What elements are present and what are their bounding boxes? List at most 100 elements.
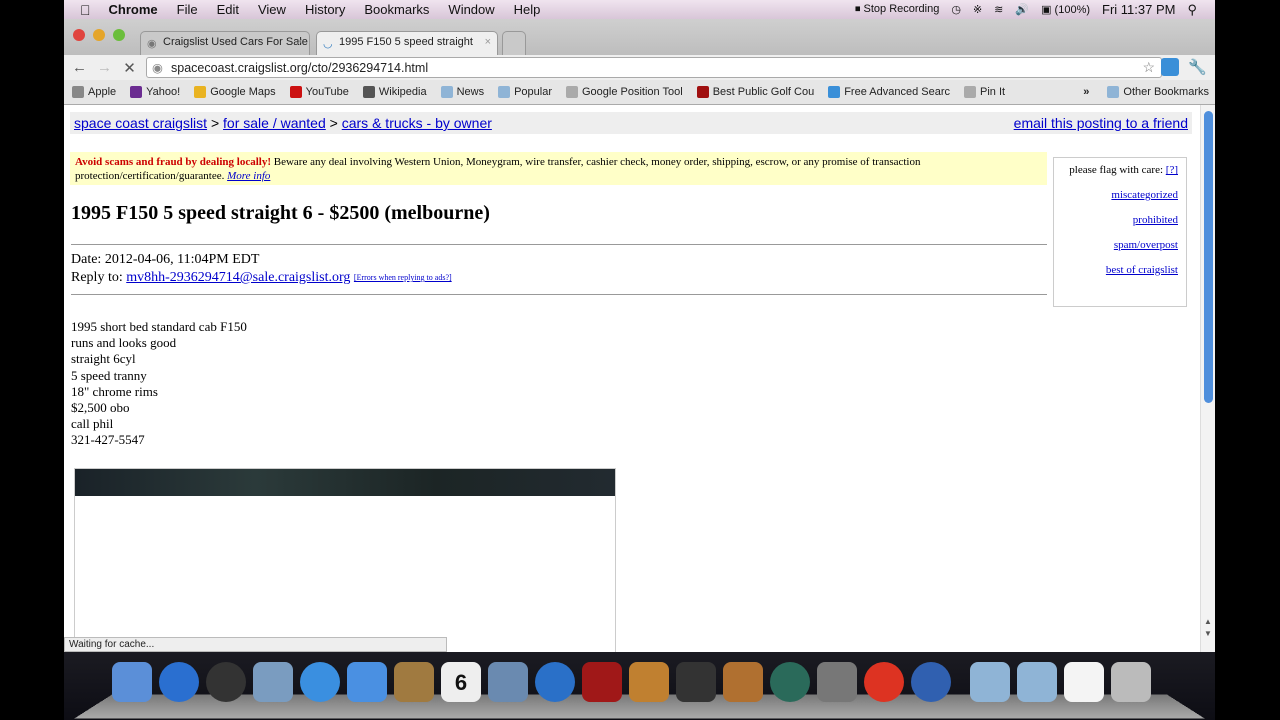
menu-bookmarks[interactable]: Bookmarks [364, 2, 429, 17]
bookmark-best-public-golf-cou[interactable]: Best Public Golf Cou [696, 86, 815, 98]
clock[interactable]: Fri 11:37 PM [1102, 2, 1175, 17]
menu-help[interactable]: Help [514, 2, 541, 17]
seo-extension-icon[interactable] [1161, 58, 1179, 76]
more-info-link[interactable]: More info [227, 170, 270, 182]
minimize-window-button[interactable] [93, 29, 105, 41]
menu-edit[interactable]: Edit [217, 2, 239, 17]
dock-finder-icon[interactable] [112, 662, 152, 702]
bookmarks-bar: Apple Yahoo! Google Maps YouTube Wikipedia Ne… [64, 80, 1215, 105]
body-line: 5 speed tranny [71, 367, 147, 383]
dock-document-icon[interactable] [1064, 662, 1104, 702]
battery-percent: (100%) [1054, 4, 1091, 16]
dock-quicktime-icon[interactable] [911, 662, 951, 702]
menu-window[interactable]: Window [448, 2, 494, 17]
dock-time-machine-icon[interactable] [770, 662, 810, 702]
wrench-menu-icon[interactable]: 🔧 [1188, 58, 1207, 76]
battery-status[interactable]: ▣ (100%) [1041, 3, 1090, 16]
new-tab-button[interactable] [502, 31, 526, 55]
dock-safari-icon[interactable] [300, 662, 340, 702]
bookmark-yahoo-[interactable]: Yahoo! [130, 86, 180, 98]
flag-help-link[interactable]: [?] [1166, 164, 1178, 176]
bookmark-youtube[interactable]: YouTube [289, 86, 349, 98]
dock-photo-booth-icon[interactable] [582, 662, 622, 702]
tab-close-icon[interactable]: × [297, 36, 303, 48]
dock-address-book-icon[interactable] [394, 662, 434, 702]
zoom-window-button[interactable] [113, 29, 125, 41]
menu-view[interactable]: View [258, 2, 286, 17]
dock-calendar-icon[interactable]: 6 [441, 662, 481, 702]
time-machine-icon[interactable]: ◷ [951, 3, 961, 16]
flag-spam-overpost[interactable]: spam/overpost [1114, 239, 1178, 251]
dock-imovie-icon[interactable] [676, 662, 716, 702]
bookmark-pin-it[interactable]: Pin It [964, 86, 1005, 98]
dock-image-capture-icon[interactable] [629, 662, 669, 702]
warning-heading: Avoid scams and fraud by dealing locally… [75, 156, 271, 168]
reply-email-link[interactable]: mv8hh-2936294714@sale.craigslist.org [126, 270, 350, 285]
dock-documents-folder-icon[interactable] [1017, 662, 1057, 702]
menu-app[interactable]: Chrome [109, 2, 158, 17]
breadcrumb-space-coast-craigslist[interactable]: space coast craigslist [74, 115, 207, 131]
bookmark-label: Yahoo! [146, 86, 181, 98]
menu-file[interactable]: File [177, 2, 198, 17]
tab-1995-f150[interactable]: ◡ 1995 F150 5 speed straight × [316, 31, 498, 55]
stop-button[interactable]: ✕ [117, 59, 142, 77]
bookmark-popular[interactable]: Popular [498, 86, 552, 98]
address-bar[interactable]: ◉ spacecoast.craigslist.org/cto/29362947… [146, 57, 1162, 78]
page-info-icon[interactable]: ◉ [152, 60, 163, 75]
dock-applications-folder-icon[interactable] [970, 662, 1010, 702]
reply-errors-link[interactable]: [Errors when replying to ads?] [354, 273, 452, 282]
forward-button[interactable]: → [92, 59, 117, 76]
dock-trash-icon[interactable] [1111, 662, 1151, 702]
bookmark-star-icon[interactable]: ☆ [1142, 59, 1155, 76]
scroll-down-arrow[interactable]: ▼ [1204, 629, 1212, 638]
dock-itunes-icon[interactable] [535, 662, 575, 702]
bookmark-google-position-tool[interactable]: Google Position Tool [566, 86, 683, 98]
scroll-up-arrow[interactable]: ▲ [1204, 617, 1212, 626]
dock-iphoto-icon[interactable] [488, 662, 528, 702]
flag-prohibited[interactable]: prohibited [1133, 214, 1178, 226]
image-preview [75, 469, 615, 496]
dock-system-preferences-icon[interactable] [817, 662, 857, 702]
volume-icon[interactable]: 🔊 [1015, 3, 1029, 16]
breadcrumb-for-sale-wanted[interactable]: for sale / wanted [223, 115, 326, 131]
body-line: $2,500 obo [71, 400, 130, 416]
tab-craigslist-used-cars[interactable]: ◉ Craigslist Used Cars For Sale × [140, 31, 310, 55]
body-line: straight 6cyl [71, 351, 136, 367]
dock-app-store-icon[interactable] [159, 662, 199, 702]
scrollbar[interactable]: ▲ ▼ [1200, 105, 1215, 652]
dock-mail-icon[interactable] [253, 662, 293, 702]
menu-history[interactable]: History [305, 2, 345, 17]
bookmark-free-advanced-searc[interactable]: Free Advanced Searc [828, 86, 950, 98]
bookmark-label: Best Public Golf Cou [712, 86, 815, 98]
bookmark-label: Google Maps [210, 86, 276, 98]
email-posting-link[interactable]: email this posting to a friend [1014, 115, 1188, 131]
stop-recording-label: Stop Recording [863, 3, 940, 15]
tab-close-icon[interactable]: × [485, 36, 491, 48]
back-button[interactable]: ← [67, 59, 92, 76]
bookmark-news[interactable]: News [440, 86, 484, 98]
posting-date: Date: 2012-04-06, 11:04PM EDT [71, 252, 260, 267]
bluetooth-icon[interactable]: ※ [973, 3, 982, 16]
apple-menu-icon[interactable]:  [80, 2, 91, 18]
close-window-button[interactable] [73, 29, 85, 41]
bookmark-apple[interactable]: Apple [72, 86, 116, 98]
apple-icon [72, 86, 84, 98]
bookmark-wikipedia[interactable]: Wikipedia [362, 86, 427, 98]
spotlight-icon[interactable]: ⚲ [1187, 2, 1197, 18]
page-title: 1995 F150 5 speed straight 6 - $2500 (me… [71, 202, 490, 224]
bookmarks-overflow-icon[interactable]: » [1083, 86, 1089, 98]
breadcrumb-cars-trucks[interactable]: cars & trucks - by owner [342, 115, 492, 131]
bookmark-label: Popular [514, 86, 552, 98]
dock-dashboard-icon[interactable] [206, 662, 246, 702]
dock-chrome-icon[interactable] [864, 662, 904, 702]
dock-facetime-icon[interactable] [347, 662, 387, 702]
flag-best-of-craigslist[interactable]: best of craigslist [1106, 264, 1178, 276]
wifi-icon[interactable]: ≋ [994, 3, 1003, 16]
flag-miscategorized[interactable]: miscategorized [1111, 189, 1178, 201]
other-bookmarks[interactable]: Other Bookmarks [1107, 86, 1209, 98]
stop-recording-button[interactable]: ⏹ Stop Recording [855, 3, 939, 16]
bookmark-google-maps[interactable]: Google Maps [194, 86, 276, 98]
bookmark-label: Apple [88, 86, 117, 98]
scrollbar-thumb[interactable] [1204, 111, 1213, 403]
dock-garageband-icon[interactable] [723, 662, 763, 702]
